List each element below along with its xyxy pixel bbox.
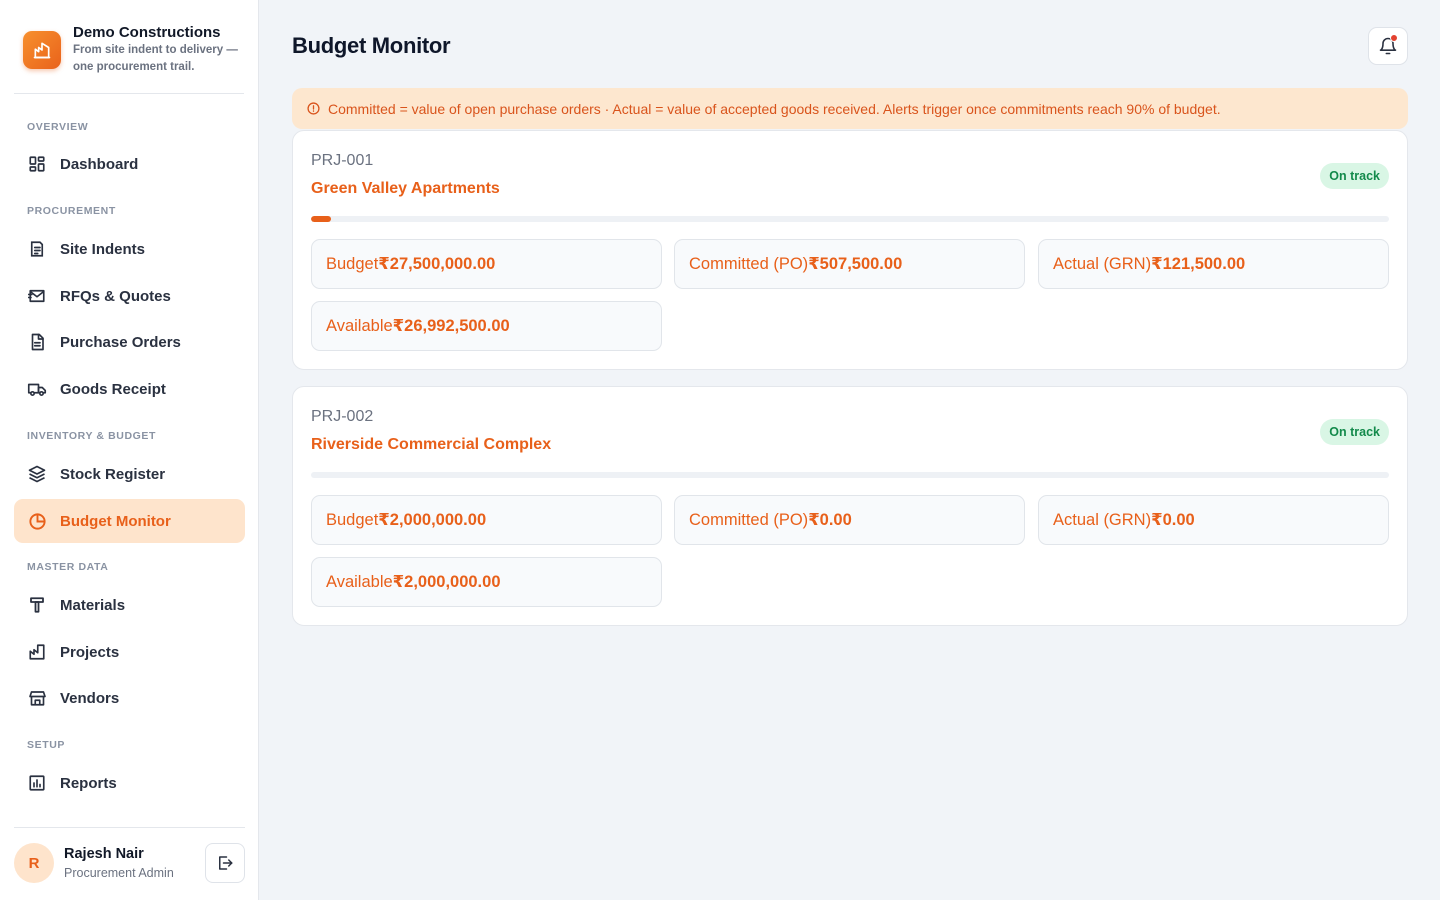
nav-budget-monitor[interactable]: Budget Monitor: [14, 499, 245, 543]
project-name[interactable]: Riverside Commercial Complex: [311, 436, 551, 454]
stat-label: Committed (PO): [689, 510, 809, 529]
user-role: Procurement Admin: [64, 866, 174, 880]
stat-committed: Committed (PO) ₹507,500.00: [674, 239, 1025, 289]
dashboard-icon: [27, 154, 47, 174]
nav-reports[interactable]: Reports: [14, 761, 245, 805]
stat-value: ₹0.00: [1151, 511, 1195, 529]
nav-projects[interactable]: Projects: [14, 630, 245, 674]
stat-label: Budget: [326, 254, 379, 273]
stat-value: ₹0.00: [808, 511, 852, 529]
section-overview: OVERVIEW: [27, 121, 89, 133]
section-setup: SETUP: [27, 739, 66, 751]
nav-rfqs-label: RFQs & Quotes: [60, 287, 171, 305]
nav-materials-label: Materials: [60, 596, 126, 614]
nav-projects-label: Projects: [60, 643, 120, 661]
budget-progress-fill: [311, 216, 331, 222]
status-badge: On track: [1320, 419, 1389, 445]
nav-purchase-orders[interactable]: Purchase Orders: [14, 320, 245, 364]
stat-value: ₹26,992,500.00: [392, 317, 510, 335]
stat-label: Available: [326, 316, 393, 335]
budget-progress-bar: [311, 216, 1389, 222]
notification-dot: [1390, 34, 1398, 42]
user-panel: R Rajesh Nair Procurement Admin: [14, 827, 245, 900]
stat-value: ₹27,500,000.00: [378, 255, 496, 273]
user-name: Rajesh Nair: [64, 846, 144, 862]
stat-value: ₹2,000,000.00: [378, 511, 487, 529]
nav-goods-receipt-label: Goods Receipt: [60, 380, 166, 398]
brand-name: Demo Constructions: [73, 24, 221, 41]
stat-value: ₹121,500.00: [1151, 255, 1246, 273]
project-code: PRJ-001: [311, 152, 374, 169]
nav-goods-receipt[interactable]: Goods Receipt: [14, 367, 245, 411]
stat-label: Actual (GRN): [1053, 254, 1152, 273]
stat-budget: Budget ₹27,500,000.00: [311, 239, 662, 289]
nav-stock-register-label: Stock Register: [60, 465, 166, 483]
nav-vendors[interactable]: Vendors: [14, 676, 245, 720]
stat-value: ₹507,500.00: [808, 255, 903, 273]
logout-icon: [216, 854, 234, 872]
stat-committed: Committed (PO) ₹0.00: [674, 495, 1025, 545]
stat-label: Available: [326, 572, 393, 591]
nav-purchase-orders-label: Purchase Orders: [60, 333, 181, 351]
mail-send-icon: [27, 286, 47, 306]
stat-actual: Actual (GRN) ₹121,500.00: [1038, 239, 1389, 289]
info-banner-text: Committed = value of open purchase order…: [328, 100, 1221, 117]
nav-vendors-label: Vendors: [60, 689, 120, 707]
stat-value: ₹2,000,000.00: [392, 573, 501, 591]
stat-label: Actual (GRN): [1053, 510, 1152, 529]
section-procurement: PROCUREMENT: [27, 205, 116, 217]
sidebar: Demo Constructions From site indent to d…: [0, 0, 259, 900]
budget-progress-bar: [311, 472, 1389, 478]
nav-site-indents[interactable]: Site Indents: [14, 227, 245, 271]
stat-budget: Budget ₹2,000,000.00: [311, 495, 662, 545]
nav-rfqs[interactable]: RFQs & Quotes: [14, 274, 245, 318]
store-icon: [27, 688, 47, 708]
hammer-icon: [27, 595, 47, 615]
truck-icon: [27, 379, 47, 399]
layers-icon: [27, 464, 47, 484]
nav-materials[interactable]: Materials: [14, 583, 245, 627]
brand-tagline: From site indent to delivery — one procu…: [73, 44, 238, 73]
info-banner: Committed = value of open purchase order…: [292, 88, 1408, 129]
bar-chart-icon: [27, 773, 47, 793]
brand-logo-icon: [23, 31, 61, 69]
project-name[interactable]: Green Valley Apartments: [311, 180, 500, 198]
stat-label: Budget: [326, 510, 379, 529]
clipboard-list-icon: [27, 239, 47, 259]
info-icon: [307, 102, 320, 115]
project-card: PRJ-001 Green Valley Apartments On track…: [292, 130, 1408, 370]
page-title: Budget Monitor: [292, 33, 451, 58]
project-card: PRJ-002 Riverside Commercial Complex On …: [292, 386, 1408, 626]
stat-label: Committed (PO): [689, 254, 809, 273]
nav-site-indents-label: Site Indents: [60, 240, 146, 258]
project-code: PRJ-002: [311, 408, 374, 425]
nav-dashboard-label: Dashboard: [60, 155, 139, 173]
status-badge: On track: [1320, 163, 1389, 189]
document-icon: [27, 332, 47, 352]
stat-actual: Actual (GRN) ₹0.00: [1038, 495, 1389, 545]
notifications-button[interactable]: [1368, 27, 1408, 65]
pie-chart-icon: [27, 511, 47, 531]
factory-icon: [27, 642, 47, 662]
avatar: R: [14, 843, 54, 883]
stat-available: Available ₹2,000,000.00: [311, 557, 662, 607]
logout-button[interactable]: [205, 843, 245, 883]
stat-available: Available ₹26,992,500.00: [311, 301, 662, 351]
section-master-data: MASTER DATA: [27, 561, 109, 573]
nav-budget-monitor-label: Budget Monitor: [60, 512, 171, 530]
section-inventory-budget: INVENTORY & BUDGET: [27, 430, 157, 442]
brand: Demo Constructions From site indent to d…: [14, 20, 244, 94]
nav-stock-register[interactable]: Stock Register: [14, 452, 245, 496]
nav-dashboard[interactable]: Dashboard: [14, 142, 245, 186]
nav-reports-label: Reports: [60, 774, 117, 792]
